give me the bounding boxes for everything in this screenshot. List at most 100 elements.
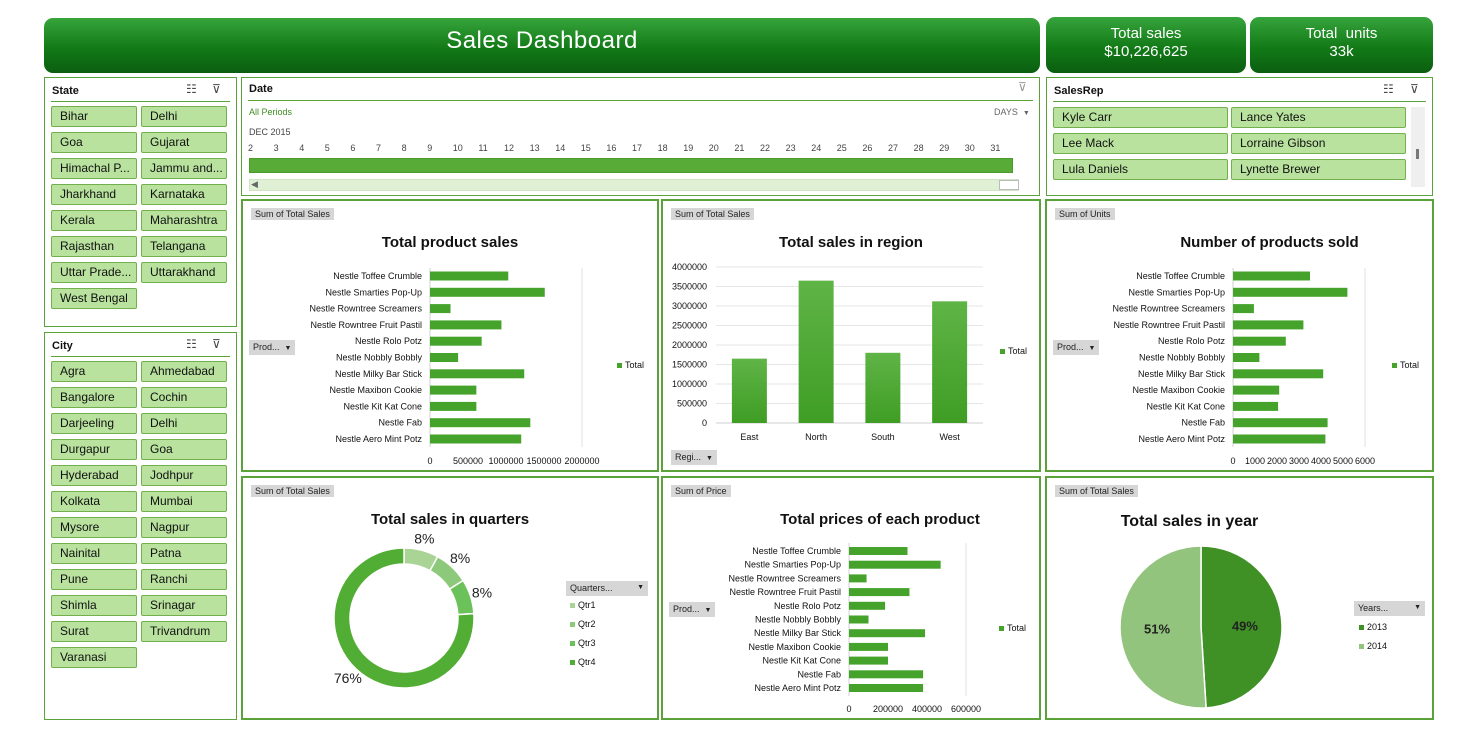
day-label[interactable]: 23	[786, 143, 796, 153]
timeline-scrollbar[interactable]: ◀	[249, 179, 1019, 191]
day-label[interactable]: 19	[683, 143, 693, 153]
day-label[interactable]: 10	[453, 143, 463, 153]
day-label[interactable]: 25	[837, 143, 847, 153]
slicer-item[interactable]: Telangana	[141, 236, 227, 257]
slicer-item[interactable]: Varanasi	[51, 647, 137, 668]
scroll-thumb[interactable]	[1416, 149, 1419, 159]
day-label[interactable]: 11	[478, 143, 487, 153]
slicer-item[interactable]: Surat	[51, 621, 137, 642]
day-label[interactable]: 21	[734, 143, 744, 153]
scroll-thumb[interactable]	[999, 180, 1019, 190]
slicer-item[interactable]: Lorraine Gibson	[1231, 133, 1406, 154]
slicer-item[interactable]: Himachal P...	[51, 158, 137, 179]
slicer-item[interactable]: Uttarakhand	[141, 262, 227, 283]
day-label[interactable]: 6	[350, 143, 355, 153]
slicer-item[interactable]: Hyderabad	[51, 465, 137, 486]
slicer-item[interactable]: Rajasthan	[51, 236, 137, 257]
multi-select-icon[interactable]: ☷	[186, 82, 197, 96]
day-label[interactable]: 7	[376, 143, 381, 153]
slicer-item[interactable]: Agra	[51, 361, 137, 382]
slicer-item[interactable]: West Bengal	[51, 288, 137, 309]
slicer-item[interactable]: Cochin	[141, 387, 227, 408]
day-label[interactable]: 2	[248, 143, 253, 153]
slicer-item[interactable]: Jharkhand	[51, 184, 137, 205]
day-label[interactable]: 17	[632, 143, 642, 153]
panel-products-sold: Sum of Units Number of products sold Pro…	[1045, 199, 1434, 472]
slicer-item[interactable]: Nagpur	[141, 517, 227, 538]
day-label[interactable]: 26	[862, 143, 872, 153]
day-label[interactable]: 20	[709, 143, 719, 153]
slicer-item[interactable]: Kyle Carr	[1053, 107, 1228, 128]
day-label[interactable]: 13	[530, 143, 540, 153]
slicer-item[interactable]: Shimla	[51, 595, 137, 616]
slicer-item[interactable]: Kerala	[51, 210, 137, 231]
clear-filter-icon[interactable]: ⊽	[212, 82, 221, 96]
day-label[interactable]: 4	[299, 143, 304, 153]
slicer-item[interactable]: Nainital	[51, 543, 137, 564]
time-level-dropdown[interactable]: DAYS ▼	[994, 107, 1030, 117]
slicer-item[interactable]: Gujarat	[141, 132, 227, 153]
day-label[interactable]: 15	[581, 143, 591, 153]
slicer-scrollbar[interactable]	[1411, 107, 1425, 187]
bar	[430, 385, 477, 395]
slicer-item[interactable]: Lee Mack	[1053, 133, 1228, 154]
slicer-item[interactable]: Bangalore	[51, 387, 137, 408]
slicer-item[interactable]: Mysore	[51, 517, 137, 538]
day-label[interactable]: 28	[914, 143, 924, 153]
scroll-left-icon[interactable]: ◀	[251, 179, 258, 190]
day-label[interactable]: 3	[274, 143, 279, 153]
clear-filter-icon[interactable]: ⊽	[1410, 82, 1419, 96]
day-label[interactable]: 18	[658, 143, 668, 153]
slicer-item[interactable]: Srinagar	[141, 595, 227, 616]
slicer-item[interactable]: Delhi	[141, 413, 227, 434]
day-label[interactable]: 14	[555, 143, 565, 153]
bar	[849, 642, 888, 651]
slicer-item[interactable]: Kolkata	[51, 491, 137, 512]
day-label[interactable]: 9	[427, 143, 432, 153]
slicer-item[interactable]: Lynette Brewer	[1231, 159, 1406, 180]
category-label: Nestle Nobbly Bobbly	[1139, 353, 1226, 363]
slicer-item[interactable]: Maharashtra	[141, 210, 227, 231]
bar	[849, 615, 869, 624]
slicer-item[interactable]: Karnataka	[141, 184, 227, 205]
day-label[interactable]: 30	[965, 143, 975, 153]
slicer-item[interactable]: Mumbai	[141, 491, 227, 512]
slicer-item[interactable]: Bihar	[51, 106, 137, 127]
slicer-item[interactable]: Goa	[141, 439, 227, 460]
clear-filter-icon[interactable]: ⊽	[212, 337, 221, 351]
slicer-item[interactable]: Lance Yates	[1231, 107, 1406, 128]
bar	[1233, 401, 1279, 411]
slicer-item[interactable]: Delhi	[141, 106, 227, 127]
clear-filter-icon[interactable]: ⊽	[1018, 80, 1027, 94]
day-label[interactable]: 31	[990, 143, 1000, 153]
tick-label: 2000	[1267, 456, 1287, 466]
slicer-item[interactable]: Ahmedabad	[141, 361, 227, 382]
slicer-item[interactable]: Durgapur	[51, 439, 137, 460]
slicer-item[interactable]: Ranchi	[141, 569, 227, 590]
slicer-item[interactable]: Lula Daniels	[1053, 159, 1228, 180]
kpi-total-units: Total units 33k	[1250, 17, 1433, 73]
slicer-item[interactable]: Jodhpur	[141, 465, 227, 486]
day-label[interactable]: 27	[888, 143, 898, 153]
slicer-item[interactable]: Uttar Prade...	[51, 262, 137, 283]
timeline-selection-bar[interactable]	[249, 158, 1013, 173]
slicer-item[interactable]: Goa	[51, 132, 137, 153]
multi-select-icon[interactable]: ☷	[186, 337, 197, 351]
day-label[interactable]: 24	[811, 143, 821, 153]
slicer-item[interactable]: Trivandrum	[141, 621, 227, 642]
slicer-item[interactable]: Pune	[51, 569, 137, 590]
day-label[interactable]: 29	[939, 143, 949, 153]
legend-swatch	[570, 660, 575, 665]
dashboard-title-banner: Sales Dashboard	[44, 18, 1040, 73]
day-label[interactable]: 16	[606, 143, 616, 153]
day-label[interactable]: 8	[402, 143, 407, 153]
bar	[1233, 304, 1254, 314]
tick-label: 1000000	[672, 379, 707, 389]
day-label[interactable]: 22	[760, 143, 770, 153]
slicer-item[interactable]: Patna	[141, 543, 227, 564]
slicer-item[interactable]: Jammu and...	[141, 158, 227, 179]
day-label[interactable]: 5	[325, 143, 330, 153]
day-label[interactable]: 12	[504, 143, 514, 153]
slicer-item[interactable]: Darjeeling	[51, 413, 137, 434]
chart-quarter-sales: 8% 8% 8% 76% Qtr1 Qtr2 Qtr3 Qtr4	[333, 531, 596, 689]
